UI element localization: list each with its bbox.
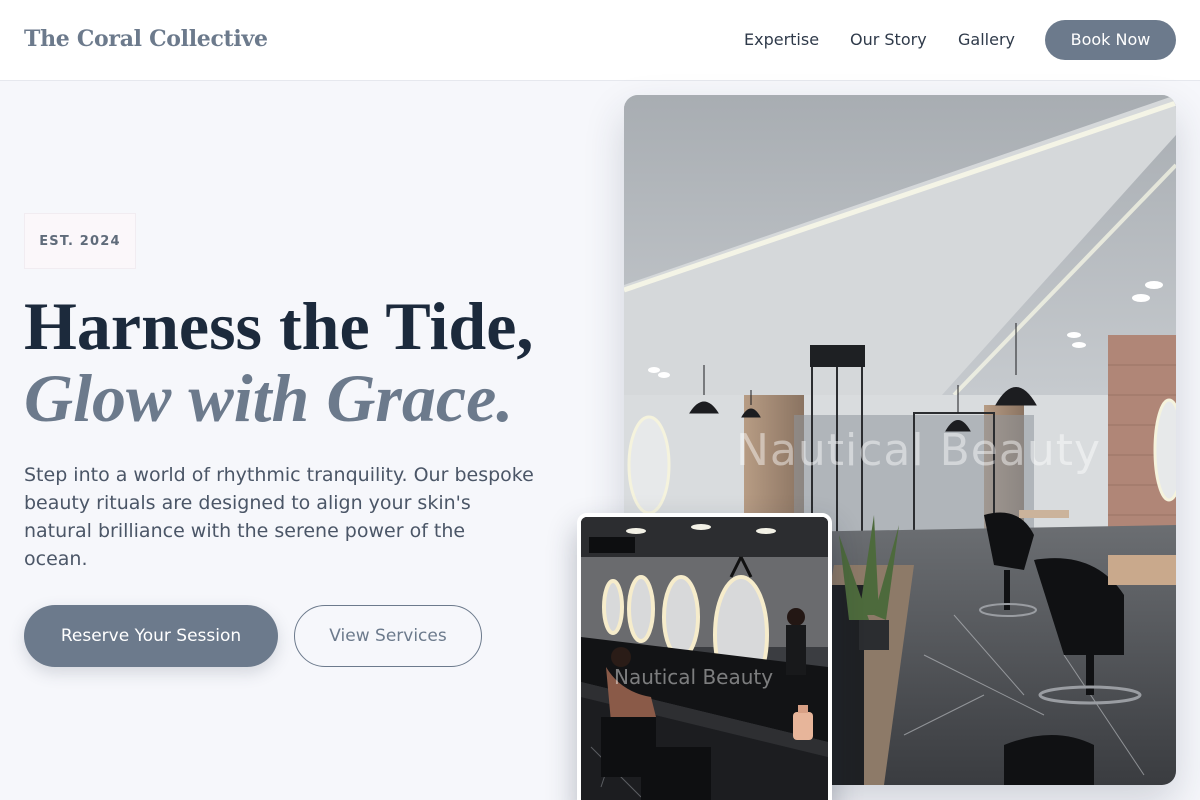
- established-badge: EST. 2024: [24, 213, 136, 269]
- site-header: The Coral Collective Expertise Our Story…: [0, 0, 1200, 81]
- headline-line-2: Glow with Grace.: [24, 360, 514, 436]
- book-now-button[interactable]: Book Now: [1045, 20, 1176, 60]
- salon-stations-illustration: [581, 517, 828, 800]
- nav-link-our-story[interactable]: Our Story: [850, 30, 927, 49]
- reserve-session-button[interactable]: Reserve Your Session: [24, 605, 278, 667]
- hero-description: Step into a world of rhythmic tranquilit…: [24, 464, 534, 570]
- headline-line-1: Harness the Tide,: [24, 288, 534, 364]
- nav-link-expertise[interactable]: Expertise: [744, 30, 819, 49]
- view-services-button[interactable]: View Services: [294, 605, 482, 667]
- nav-link-gallery[interactable]: Gallery: [958, 30, 1015, 49]
- hero-headline: Harness the Tide, Glow with Grace.: [24, 290, 584, 434]
- brand-logo[interactable]: The Coral Collective: [24, 26, 268, 52]
- salon-stations-photo: Nautical Beauty: [577, 513, 832, 800]
